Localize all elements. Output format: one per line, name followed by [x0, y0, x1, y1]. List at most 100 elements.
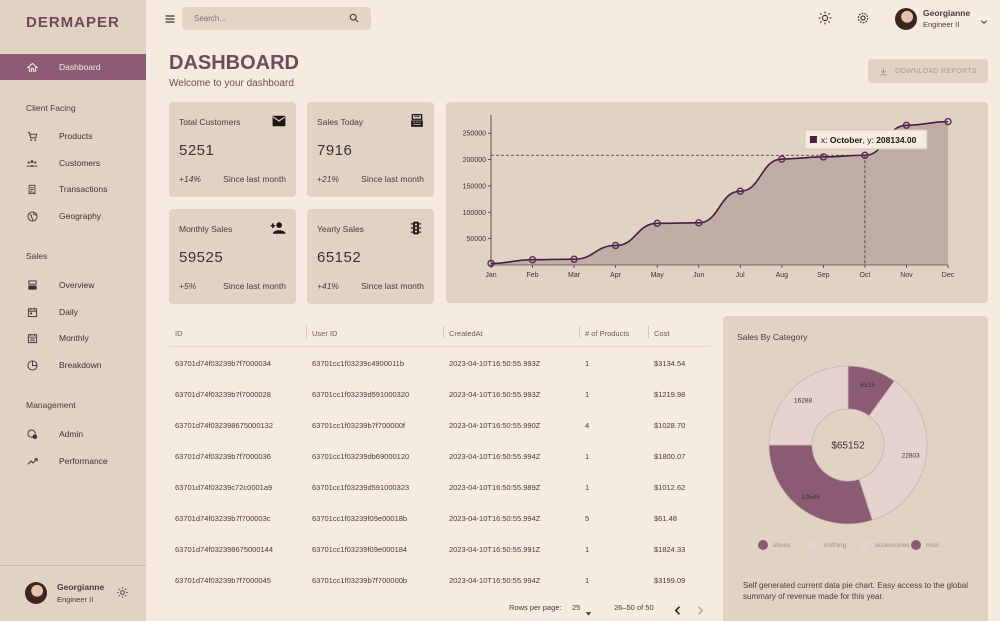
sidebar-item-monthly[interactable]: Monthly	[0, 325, 146, 351]
table-cell: 63701cc1f03239b7f700000f	[312, 421, 406, 430]
chart-tooltip: x: October, y: 208134.00	[804, 129, 928, 150]
pie-slice-label: 19545	[802, 494, 820, 501]
sales-line-chart[interactable]: 50000 100000 150000 200000 250000 Jan Feb Mar Ap…	[446, 102, 988, 303]
legend-label: accessories	[875, 541, 910, 549]
rows-per-page-label: Rows per page:	[509, 603, 562, 612]
legend-swatch	[758, 540, 768, 550]
sidebar-item-customers[interactable]: Customers	[0, 150, 146, 176]
table-row[interactable]: 63701d74f03239b7f7000028 63701cc1f03239d5…	[169, 378, 710, 409]
sidebar-item-label: Admin	[59, 429, 84, 439]
pie-center-label: $65152	[831, 441, 865, 452]
table-cell: 63701d74f032398675000144	[175, 545, 274, 554]
admin-icon	[26, 428, 38, 440]
sidebar-item-performance[interactable]: Performance	[0, 448, 146, 474]
stat-since: Since last month	[223, 281, 286, 291]
table-cell: 2023-04-10T16:50:55.993Z	[449, 359, 541, 368]
mail-icon	[272, 114, 286, 128]
legend-item-shoes[interactable]: shoes	[758, 540, 790, 550]
column-header[interactable]: ID	[175, 329, 183, 338]
rows-per-page-select[interactable]: 25	[572, 603, 580, 612]
stat-card-monthly-sales: Monthly Sales 59525 +5% Since last month	[169, 209, 296, 304]
table-row[interactable]: 63701d74f03239b7f7000034 63701cc1f03239c4…	[169, 347, 710, 378]
sidebar-item-daily[interactable]: Daily	[0, 299, 146, 325]
table-cell: 63701d74f03239b7f7000028	[175, 390, 271, 399]
download-label: DOWNLOAD REPORTS	[895, 67, 977, 75]
sales-line-chart-panel: 50000 100000 150000 200000 250000 Jan Feb Mar Ap…	[446, 102, 988, 303]
settings-icon[interactable]	[855, 10, 871, 26]
legend-label: clothing	[824, 541, 847, 549]
stat-card-sales-today: Sales Today 7916 +21% Since last month	[307, 102, 434, 197]
search-input[interactable]	[194, 14, 349, 23]
sidebar-item-label: Customers	[59, 158, 101, 168]
column-header[interactable]: Cost	[654, 329, 669, 338]
column-separator[interactable]	[306, 326, 307, 338]
x-tick-label: Sep	[817, 272, 830, 279]
column-header[interactable]: CreatedAt	[449, 329, 483, 338]
sidebar-item-products[interactable]: Products	[0, 123, 146, 149]
chevron-down-icon[interactable]	[980, 13, 988, 31]
stat-since: Since last month	[223, 174, 286, 184]
table-cell: 1	[585, 390, 590, 399]
sidebar-item-transactions[interactable]: Transactions	[0, 176, 146, 202]
table-cell: 2023-04-10T16:50:55.994Z	[449, 514, 541, 523]
table-row[interactable]: 63701d74f03239b7f7000036 63701cc1f03239db…	[169, 440, 710, 471]
table-cell: 63701cc1f03239c4900011b	[312, 359, 405, 368]
table-cell: 2023-04-10T16:50:55.994Z	[449, 452, 541, 461]
table-pagination: Rows per page: 25 26–50 of 50	[169, 597, 710, 617]
settings-icon[interactable]	[116, 586, 129, 599]
sidebar-item-geography[interactable]: Geography	[0, 203, 146, 229]
table-row[interactable]: 63701d74f03239b7f700003c 63701cc1f03239f0…	[169, 502, 710, 533]
pie-slice-label: 16288	[794, 398, 812, 405]
sidebar-item-overview[interactable]: Overview	[0, 272, 146, 298]
legend-item-clothing[interactable]: clothing	[809, 540, 846, 550]
x-tick-label: Nov	[900, 272, 913, 279]
legend-item-accessories[interactable]: accessories	[860, 540, 909, 550]
table-cell: 63701d74f03239b7f7000045	[175, 576, 271, 585]
download-reports-button[interactable]: DOWNLOAD REPORTS	[868, 59, 988, 83]
x-tick-label: Apr	[610, 272, 622, 279]
column-separator[interactable]	[579, 326, 580, 338]
sidebar-item-admin[interactable]: Admin	[0, 421, 146, 447]
table-row[interactable]: 63701d74f03239c72c0001a9 63701cc1f03239d5…	[169, 471, 710, 502]
search-icon[interactable]	[349, 10, 359, 28]
stat-since: Since last month	[361, 281, 424, 291]
menu-icon[interactable]	[164, 12, 178, 26]
user-role: Engineer II	[57, 595, 94, 604]
prev-page-icon[interactable]	[674, 602, 682, 620]
table-header-row: ID User ID CreatedAt # of Products Cost	[169, 318, 710, 347]
table-cell: 63701cc1f03239b7f700000b	[312, 576, 408, 585]
legend-label: shoes	[773, 541, 791, 549]
x-tick-label: Oct	[859, 272, 870, 279]
user-name: Georgianne	[923, 8, 971, 18]
traffic-icon	[410, 221, 424, 235]
table-row[interactable]: 63701d74f032398675000132 63701cc1f03239b7…	[169, 409, 710, 440]
column-header[interactable]: # of Products	[585, 329, 629, 338]
x-tick-label: May	[651, 272, 665, 279]
light-mode-icon[interactable]	[817, 10, 833, 26]
sales-by-category-pie[interactable]: 6515 22803 19545 16288 $65152	[723, 346, 988, 556]
globe-icon	[26, 210, 38, 222]
transactions-table: ID User ID CreatedAt # of Products Cost 6370…	[169, 318, 710, 595]
sidebar-item-label: Performance	[59, 456, 108, 466]
stat-card-total-customers: Total Customers 5251 +14% Since last mon…	[169, 102, 296, 197]
column-header[interactable]: User ID	[312, 329, 337, 338]
table-cell: 2023-04-10T16:50:55.991Z	[449, 545, 541, 554]
avatar[interactable]	[895, 8, 917, 30]
sidebar-user: Georgianne Engineer II	[0, 565, 146, 621]
sidebar-item-breakdown[interactable]: Breakdown	[0, 352, 146, 378]
caret-down-icon[interactable]	[585, 604, 592, 621]
legend-item-misc[interactable]: misc	[911, 540, 939, 550]
table-row[interactable]: 63701d74f03239b7f7000045 63701cc1f03239b7…	[169, 564, 710, 595]
column-separator[interactable]	[443, 326, 444, 338]
sidebar-item-dashboard[interactable]: Dashboard	[0, 54, 146, 80]
next-page-icon[interactable]	[696, 602, 704, 620]
person-add-icon	[270, 221, 286, 235]
sidebar-item-label: Products	[59, 131, 93, 141]
x-tick-label: Jul	[736, 272, 745, 279]
table-row[interactable]: 63701d74f032398675000144 63701cc1f03239f0…	[169, 533, 710, 564]
page-subtitle: Welcome to your dashboard	[169, 78, 294, 89]
pie-slice-label: 22803	[902, 452, 920, 459]
legend-swatch	[809, 540, 819, 550]
avatar[interactable]	[25, 582, 47, 604]
column-separator[interactable]	[648, 326, 649, 338]
